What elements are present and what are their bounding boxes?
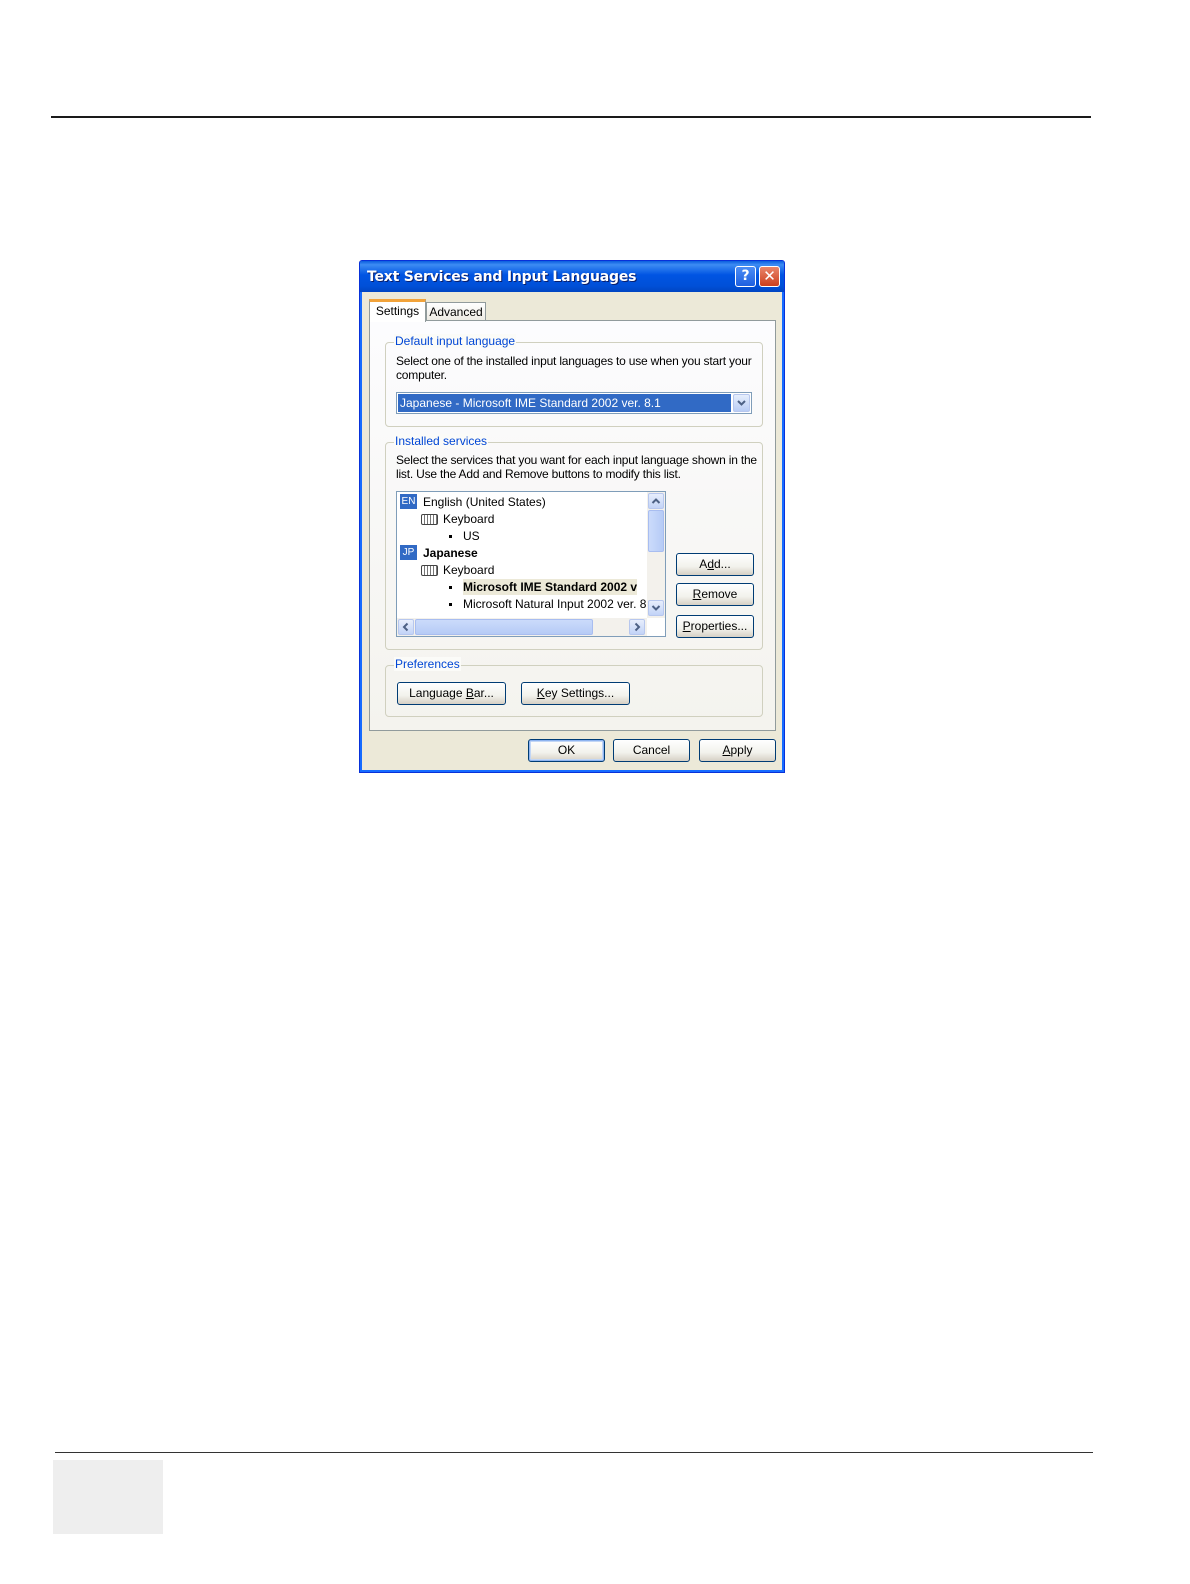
language-bar-button[interactable]: Language Bar... xyxy=(397,682,506,705)
ok-button[interactable]: OK xyxy=(528,739,605,762)
tree-item-label: US xyxy=(463,529,480,543)
chevron-up-icon xyxy=(651,498,661,504)
dropdown-arrow-button[interactable] xyxy=(733,394,750,412)
default-input-language-label: Default input language xyxy=(394,334,517,348)
tree-item-label: Microsoft Natural Input 2002 ver. 8.1 xyxy=(463,597,647,611)
header-rule xyxy=(51,116,1091,118)
help-button[interactable]: ? xyxy=(735,266,756,287)
tree-item-ime-standard[interactable]: Microsoft IME Standard 2002 v xyxy=(449,579,647,595)
tree-item-label: Microsoft IME Standard 2002 v xyxy=(463,579,638,595)
language-badge: JP xyxy=(400,545,417,560)
installed-services-tree[interactable]: EN English (United States) Keyboard US J… xyxy=(396,491,666,637)
preferences-label: Preferences xyxy=(394,657,461,671)
horizontal-scroll-thumb[interactable] xyxy=(415,619,593,635)
chevron-down-icon xyxy=(651,605,661,611)
title-bar[interactable]: Text Services and Input Languages ? ✕ xyxy=(360,261,784,292)
vertical-scroll-thumb[interactable] xyxy=(648,510,664,552)
close-button[interactable]: ✕ xyxy=(759,266,780,287)
bullet-icon xyxy=(449,603,452,606)
vertical-scrollbar[interactable] xyxy=(647,492,665,618)
tree-item-natural-input[interactable]: Microsoft Natural Input 2002 ver. 8.1 xyxy=(449,596,647,612)
scroll-right-button[interactable] xyxy=(629,619,645,635)
tree-item-label: English (United States) xyxy=(423,495,546,509)
chevron-right-icon xyxy=(634,622,641,632)
chevron-left-icon xyxy=(402,622,409,632)
default-language-value: Japanese - Microsoft IME Standard 2002 v… xyxy=(398,394,731,412)
scroll-left-button[interactable] xyxy=(398,619,414,635)
installed-services-description: Select the services that you want for ea… xyxy=(396,453,757,481)
add-button[interactable]: Add... xyxy=(676,553,754,576)
settings-panel: Default input language Select one of the… xyxy=(369,320,776,731)
tab-advanced[interactable]: Advanced xyxy=(426,302,486,321)
horizontal-scrollbar[interactable] xyxy=(397,618,647,636)
tree-item-label: Keyboard xyxy=(443,563,495,577)
bullet-icon xyxy=(449,535,452,538)
help-icon: ? xyxy=(741,268,750,284)
keyboard-icon xyxy=(421,514,438,525)
dialog-title: Text Services and Input Languages xyxy=(367,269,637,285)
default-input-language-description: Select one of the installed input langua… xyxy=(396,354,752,382)
default-input-language-group: Default input language Select one of the… xyxy=(385,334,763,427)
preferences-group: Preferences Language Bar... Key Settings… xyxy=(385,657,763,717)
cancel-button[interactable]: Cancel xyxy=(613,739,690,762)
key-settings-button[interactable]: Key Settings... xyxy=(521,682,630,705)
scroll-up-button[interactable] xyxy=(648,493,664,509)
footer-tab-block xyxy=(53,1460,163,1534)
scroll-down-button[interactable] xyxy=(648,600,664,616)
close-icon: ✕ xyxy=(763,267,776,285)
remove-button[interactable]: Remove xyxy=(676,583,754,606)
text-services-dialog: Text Services and Input Languages ? ✕ Se… xyxy=(359,260,785,773)
keyboard-icon xyxy=(421,565,438,576)
default-language-select[interactable]: Japanese - Microsoft IME Standard 2002 v… xyxy=(396,392,752,414)
footer-rule xyxy=(55,1452,1093,1453)
bullet-icon xyxy=(449,586,452,589)
installed-services-group: Installed services Select the services t… xyxy=(385,434,763,650)
properties-button[interactable]: Properties... xyxy=(676,615,754,638)
apply-button[interactable]: Apply xyxy=(699,739,776,762)
chevron-down-icon xyxy=(737,400,746,406)
tree-item-label: Keyboard xyxy=(443,512,495,526)
language-badge: EN xyxy=(400,494,417,509)
installed-services-label: Installed services xyxy=(394,434,489,448)
tree-item-label: Japanese xyxy=(423,546,478,560)
tab-settings[interactable]: Settings xyxy=(369,299,426,322)
